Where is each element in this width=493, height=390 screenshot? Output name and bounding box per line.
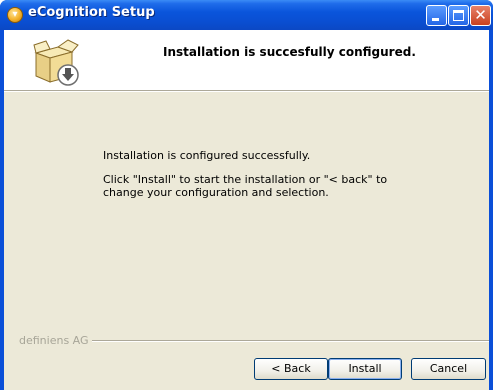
title-bar[interactable]: ▾ eCognition Setup ✕ — [0, 0, 493, 30]
install-button[interactable]: Install — [328, 358, 402, 380]
footer-divider — [92, 340, 489, 342]
maximize-icon — [453, 10, 464, 21]
setup-window: ▾ eCognition Setup ✕ Installation is suc… — [0, 0, 493, 390]
header-divider — [4, 90, 489, 92]
setup-app-icon[interactable]: ▾ — [7, 7, 23, 23]
status-message: Installation is configured successfully. — [103, 149, 311, 162]
cancel-button[interactable]: Cancel — [411, 358, 486, 380]
dialog-client-area: Installation is succesfully configured. … — [4, 30, 489, 390]
instruction-line-1: Click "Install" to start the installatio… — [103, 173, 388, 186]
minimize-button[interactable] — [426, 5, 447, 26]
close-button[interactable]: ✕ — [470, 5, 491, 26]
close-icon: ✕ — [474, 6, 487, 24]
window-title: eCognition Setup — [28, 5, 155, 20]
minimize-icon — [432, 18, 439, 21]
brand-label: definiens AG — [19, 334, 89, 347]
back-button[interactable]: < Back — [254, 358, 328, 380]
dialog-header: Installation is succesfully configured. — [4, 30, 489, 90]
box-install-icon — [33, 39, 79, 86]
header-title: Installation is succesfully configured. — [163, 45, 416, 59]
instruction-line-2: change your configuration and selection. — [103, 186, 329, 199]
maximize-button[interactable] — [448, 5, 469, 26]
